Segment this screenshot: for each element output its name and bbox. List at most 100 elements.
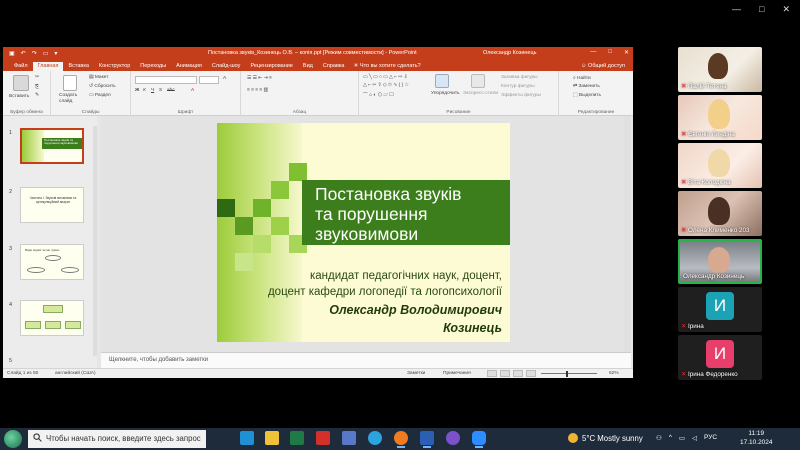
tab-insert[interactable]: Вставка: [63, 62, 93, 71]
language-indicator[interactable]: РУС: [704, 434, 717, 442]
participant-tile[interactable]: ✕ Палій Тетяна: [678, 47, 762, 92]
minimize-button[interactable]: —: [590, 49, 596, 56]
comments-toggle[interactable]: Примечания: [443, 371, 471, 376]
shapes-gallery[interactable]: ▭ ╲ ▭ ○ ▭ △ ⌐ ⇨ ⇩: [363, 75, 408, 80]
replace-button[interactable]: ⇄ Заменить: [573, 84, 600, 89]
taskbar-search[interactable]: Чтобы начать поиск, введите здесь запрос: [28, 430, 206, 448]
redo-icon[interactable]: ↷: [32, 50, 37, 57]
shapes-gallery-row3[interactable]: ⌒ ⌂ ◐ ⬡ ▱ ☐: [363, 91, 394, 98]
new-slide-icon[interactable]: [63, 75, 77, 91]
font-size-combo[interactable]: [199, 76, 219, 84]
quick-styles-label[interactable]: Экспресс-стили: [463, 91, 498, 96]
grow-font-icon[interactable]: A: [223, 76, 226, 81]
section-button[interactable]: ▭ Раздел: [89, 93, 111, 98]
share-button[interactable]: ☺ Общий доступ: [581, 63, 625, 71]
reset-button[interactable]: ↺ Сбросить: [89, 84, 116, 89]
strikethrough-icon[interactable]: abc: [167, 88, 175, 93]
customize-icon[interactable]: ▾: [54, 50, 57, 57]
weather-sun-icon[interactable]: [568, 433, 578, 443]
participant-tile[interactable]: И ✕ Ірина Федоренко: [678, 335, 762, 380]
save-icon[interactable]: ▣: [9, 50, 15, 57]
participant-tile[interactable]: ✕ Віта Колодкіна: [678, 143, 762, 188]
shape-outline-button[interactable]: Контур фигуры: [501, 84, 535, 89]
tab-review[interactable]: Рецензирование: [245, 62, 297, 71]
zoom-slider[interactable]: [541, 373, 597, 374]
arrange-icon[interactable]: [435, 74, 449, 88]
tab-file[interactable]: Файл: [9, 62, 33, 71]
tab-slideshow[interactable]: Слайд-шоу: [207, 62, 246, 71]
system-clock[interactable]: 11:19 17.10.2024: [740, 430, 773, 447]
tab-help[interactable]: Справка: [318, 62, 350, 71]
slide-subtitle-line-1[interactable]: кандидат педагогічних наук, доцент,: [310, 269, 502, 283]
tab-view[interactable]: Вид: [298, 62, 318, 71]
participant-tile[interactable]: ✕ Олена Клименко 203: [678, 191, 762, 236]
app-icon-1[interactable]: [240, 431, 254, 445]
thumbnails-scrollbar[interactable]: [93, 126, 97, 356]
italic-icon[interactable]: К: [143, 88, 146, 93]
zoom-close-button[interactable]: ✕: [782, 4, 790, 15]
font-name-combo[interactable]: [135, 76, 197, 84]
slide-scrollbar[interactable]: [624, 116, 631, 352]
slideshow-view-icon[interactable]: [526, 370, 536, 377]
tab-animations[interactable]: Анимация: [171, 62, 207, 71]
arrange-label[interactable]: Упорядочить: [431, 91, 460, 96]
tab-design[interactable]: Конструктор: [94, 62, 135, 71]
tab-home[interactable]: Главная: [32, 62, 64, 71]
thumbnail-slide-2[interactable]: Частина I. Звукові механізми та артикуля…: [20, 187, 84, 223]
notes-toggle[interactable]: Заметки: [407, 371, 425, 376]
signed-in-user[interactable]: Олександр Козинець: [483, 50, 537, 56]
zoom-minimize-button[interactable]: —: [732, 4, 741, 15]
restore-button[interactable]: □: [608, 49, 612, 56]
zoom-maximize-button[interactable]: □: [759, 4, 764, 15]
slide-title[interactable]: Постановка звуків та порушення звуковимо…: [315, 184, 461, 244]
notes-pane[interactable]: Щелкните, чтобы добавить заметки: [101, 352, 631, 368]
underline-icon[interactable]: Ч: [151, 88, 154, 93]
acrobat-icon[interactable]: [316, 431, 330, 445]
language-indicator[interactable]: английский (США): [55, 371, 96, 376]
tell-me-search[interactable]: ☀ Что вы хотите сделать?: [353, 63, 420, 71]
paste-icon[interactable]: [13, 75, 29, 91]
telegram-icon[interactable]: [368, 431, 382, 445]
cut-icon[interactable]: ✂: [35, 75, 39, 80]
participant-tile-active-speaker[interactable]: Олександр Козинець: [678, 239, 762, 284]
tab-transitions[interactable]: Переходы: [135, 62, 171, 71]
find-button[interactable]: ⌕ Найти: [573, 75, 591, 81]
start-button[interactable]: [4, 430, 22, 448]
thumbnail-slide-1[interactable]: Постановка звуків та порушення звуковимо…: [20, 128, 84, 164]
thumbnail-slide-3[interactable]: Види звуків: як ми чуємо: [20, 244, 84, 280]
speaker-icon[interactable]: ◁: [692, 434, 697, 442]
save-app-icon[interactable]: [342, 431, 356, 445]
normal-view-icon[interactable]: [487, 370, 497, 377]
paste-label[interactable]: Вставить: [9, 94, 29, 99]
reading-view-icon[interactable]: [513, 370, 523, 377]
zoom-app-icon[interactable]: [472, 431, 486, 448]
chevron-up-icon[interactable]: ^: [669, 434, 672, 442]
present-icon[interactable]: ▭: [43, 50, 49, 57]
font-color-icon[interactable]: A: [191, 88, 194, 93]
excel-icon[interactable]: [290, 431, 304, 445]
shape-effects-button[interactable]: Эффекты фигуры: [501, 93, 541, 98]
layout-button[interactable]: ▤ Макет: [89, 75, 108, 80]
participant-tile[interactable]: И ✕ Ірина: [678, 287, 762, 332]
shadow-icon[interactable]: S: [159, 88, 162, 93]
select-button[interactable]: ⬚ Выделить: [573, 93, 601, 98]
close-button[interactable]: ✕: [624, 49, 629, 56]
undo-icon[interactable]: ↶: [21, 50, 26, 57]
participant-tile[interactable]: ✕ Євгенія Линдіна: [678, 95, 762, 140]
align-icons[interactable]: ≡ ≡ ≡ ≡ ▥: [247, 88, 268, 93]
quick-styles-icon[interactable]: [471, 74, 485, 88]
shapes-gallery-row2[interactable]: △ ⌐ ⇦ ⇧ ◇ ✩ ∿ { } ☆: [363, 83, 409, 88]
slide-author-line-1[interactable]: Олександр Володимирович: [329, 303, 502, 317]
format-painter-icon[interactable]: ✎: [35, 93, 39, 98]
viber-icon[interactable]: [446, 431, 460, 445]
bullets-icon[interactable]: ☰ ☰ ⇤ ⇥ ≡: [247, 76, 272, 81]
bold-icon[interactable]: Ж: [135, 88, 139, 93]
copy-icon[interactable]: ⎘: [35, 84, 39, 90]
thumbnail-slide-4[interactable]: [20, 300, 84, 336]
slide-sorter-icon[interactable]: [500, 370, 510, 377]
zoom-slider-thumb[interactable]: [566, 371, 568, 377]
current-slide[interactable]: Постановка звуків та порушення звуковимо…: [217, 123, 510, 342]
file-explorer-icon[interactable]: [265, 431, 279, 445]
shape-fill-button[interactable]: Заливка фигуры: [501, 75, 538, 80]
firefox-icon[interactable]: [394, 431, 408, 448]
